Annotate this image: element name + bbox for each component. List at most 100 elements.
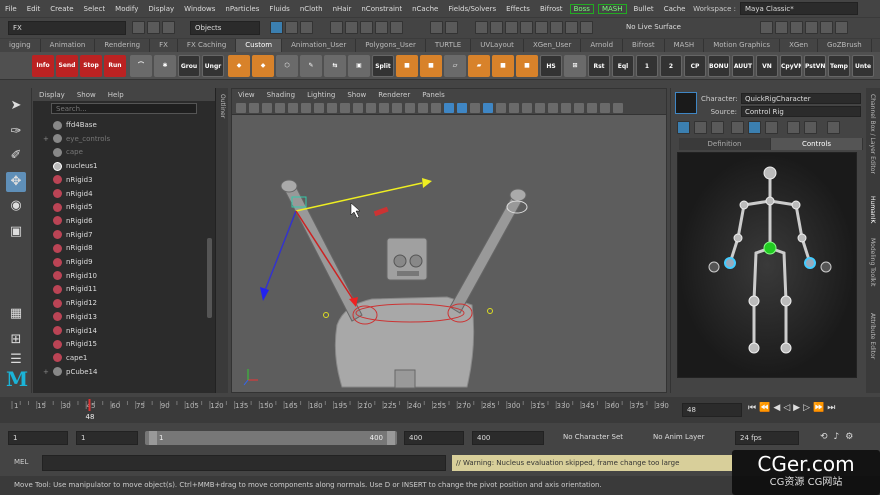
step-forward-frame-icon[interactable]: ▷ [803, 403, 813, 413]
shelf-1-button[interactable]: 1 [636, 55, 658, 77]
hik-right-wrist-effector[interactable] [804, 257, 816, 269]
expand-icon[interactable]: + [43, 132, 53, 146]
outliner-item[interactable]: nRigid6 [43, 214, 93, 228]
tab-controls[interactable]: Controls [771, 138, 863, 150]
animation-end-field[interactable]: 400 [472, 431, 544, 445]
shelf-send-button[interactable]: Send [56, 55, 78, 77]
menu-display[interactable]: Display [143, 5, 179, 13]
viewport-menu-panels[interactable]: Panels [416, 91, 451, 99]
expand-icon[interactable]: + [43, 365, 53, 379]
snap-point-icon[interactable] [360, 21, 373, 34]
outliner-menu-show[interactable]: Show [71, 91, 102, 99]
shelf-orient-icon[interactable]: ⬡ [276, 55, 298, 77]
sign-in-icon[interactable] [760, 21, 773, 34]
go-to-end-icon[interactable]: ⏭ [827, 403, 838, 413]
shelf-tab-animation-user[interactable]: Animation_User [282, 39, 357, 52]
viewport-menu-lighting[interactable]: Lighting [301, 91, 341, 99]
locator-left[interactable] [323, 312, 329, 318]
move-manip-x-axis[interactable] [295, 182, 423, 212]
hik-key-body-icon[interactable] [787, 121, 800, 134]
audio-icon[interactable]: ♪ [834, 432, 846, 442]
step-back-key-icon[interactable]: ⏪ [759, 403, 773, 413]
shelf-tab-igging[interactable]: igging [0, 39, 41, 52]
tab-definition[interactable]: Definition [679, 138, 771, 150]
outliner-item[interactable]: nRigid7 [43, 228, 93, 242]
shelf-info-button[interactable]: Info [32, 55, 54, 77]
outliner-item[interactable]: nRigid3 [43, 173, 93, 187]
shelf-cube-3-icon[interactable]: ■ [492, 55, 514, 77]
viewport-tool-15-icon[interactable] [418, 103, 428, 113]
shelf-tab-custom[interactable]: Custom [236, 39, 283, 52]
menu-nparticles[interactable]: nParticles [220, 5, 264, 13]
shelf-curve-tool-icon[interactable]: ⌒ [130, 55, 152, 77]
render-current-icon[interactable] [505, 21, 518, 34]
shelf-orange-tool-1-icon[interactable]: ◆ [228, 55, 250, 77]
shelf-ungroup-button[interactable]: Ungr [202, 55, 224, 77]
shelf-cpyvn-button[interactable]: CpyVN [780, 55, 802, 77]
tab-attribute-editor[interactable]: Attribute Editor [869, 313, 876, 359]
hik-left-shoulder-effector[interactable] [739, 200, 749, 210]
select-by-component-icon[interactable] [300, 21, 313, 34]
shelf-tab-xgen[interactable]: XGen [780, 39, 819, 52]
menu-windows[interactable]: Windows [179, 5, 220, 13]
play-forwards-icon[interactable]: ▶ [793, 403, 803, 413]
outliner-item[interactable]: ffd4Base [43, 118, 97, 132]
anim-layer-dropdown[interactable]: No Anim Layer [653, 431, 704, 445]
toggle-humanik-icon[interactable] [790, 21, 803, 34]
viewport-tool-28-icon[interactable] [587, 103, 597, 113]
single-perspective-layout-icon[interactable]: ▦ [6, 304, 26, 324]
character-dropdown[interactable]: QuickRigCharacter [741, 93, 861, 104]
hypershade-icon[interactable] [550, 21, 563, 34]
menu-create[interactable]: Create [45, 5, 78, 13]
preferences-icon[interactable]: ⚙ [845, 432, 859, 442]
snap-live-icon[interactable] [390, 21, 403, 34]
toggle-channel-box-icon[interactable] [835, 21, 848, 34]
viewport-scene[interactable] [232, 115, 666, 392]
shelf-plane-icon[interactable]: ▱ [444, 55, 466, 77]
humanik-figure[interactable] [678, 153, 858, 379]
hik-left-ankle-effector[interactable] [748, 342, 760, 354]
loop-icon[interactable]: ⟲ [820, 432, 834, 442]
shelf-pivot-icon[interactable]: ✱ [154, 55, 176, 77]
menu-file[interactable]: File [0, 5, 22, 13]
shelf-tab-fx[interactable]: FX [150, 39, 178, 52]
outliner-menu-help[interactable]: Help [102, 91, 130, 99]
viewport-tool-16-icon[interactable] [431, 103, 441, 113]
hik-right-finger-icon[interactable] [820, 261, 832, 273]
range-slider[interactable]: 1 400 [145, 431, 397, 445]
play-backwards-icon[interactable]: ◁ [783, 403, 793, 413]
viewport-tool-26-icon[interactable] [561, 103, 571, 113]
hik-left-finger-icon[interactable] [708, 261, 720, 273]
magnet-icon[interactable] [580, 21, 593, 34]
snap-view-plane-icon[interactable] [375, 21, 388, 34]
outliner-item[interactable]: nRigid10 [43, 269, 97, 283]
paint-select-tool-icon[interactable]: ✐ [6, 146, 26, 166]
mel-label[interactable]: MEL [14, 458, 28, 466]
shelf-pstvn-button[interactable]: PstVN [804, 55, 826, 77]
toggle-attribute-editor-icon[interactable] [805, 21, 818, 34]
tab-humanik[interactable]: HumanIK [869, 196, 876, 223]
current-time-marker[interactable] [88, 399, 91, 411]
shelf-tab-rendering[interactable]: Rendering [95, 39, 151, 52]
shelf-tab-fx-caching[interactable]: FX Caching [177, 39, 237, 52]
hik-key-all-icon[interactable] [765, 121, 778, 134]
move-manip-y-axis[interactable] [295, 210, 355, 302]
hik-right-elbow-effector[interactable] [797, 233, 807, 243]
viewport-tool-5-icon[interactable] [288, 103, 298, 113]
viewport-tool-20-icon[interactable] [483, 103, 493, 113]
viewport-tool-25-icon[interactable] [548, 103, 558, 113]
step-back-frame-icon[interactable]: ◀ [773, 403, 783, 413]
outliner-item[interactable]: nRigid9 [43, 255, 93, 269]
toggle-modeling-toolkit-icon[interactable] [775, 21, 788, 34]
shelf-arrows-icon[interactable]: ⇆ [324, 55, 346, 77]
viewport-tool-11-icon[interactable] [366, 103, 376, 113]
shelf-split-button[interactable]: Split [372, 55, 394, 77]
viewport-panel[interactable]: View Shading Lighting Show Renderer Panels [231, 88, 667, 393]
hik-left-wrist-effector[interactable] [724, 257, 736, 269]
character-set-dropdown[interactable]: No Character Set [563, 431, 623, 445]
shelf-plane-orange-icon[interactable]: ▰ [468, 55, 490, 77]
input-ops-icon[interactable] [430, 21, 443, 34]
hik-pin-icon[interactable] [677, 121, 690, 134]
shelf-pencil-icon[interactable]: ✎ [300, 55, 322, 77]
viewport-menu-shading[interactable]: Shading [261, 91, 301, 99]
